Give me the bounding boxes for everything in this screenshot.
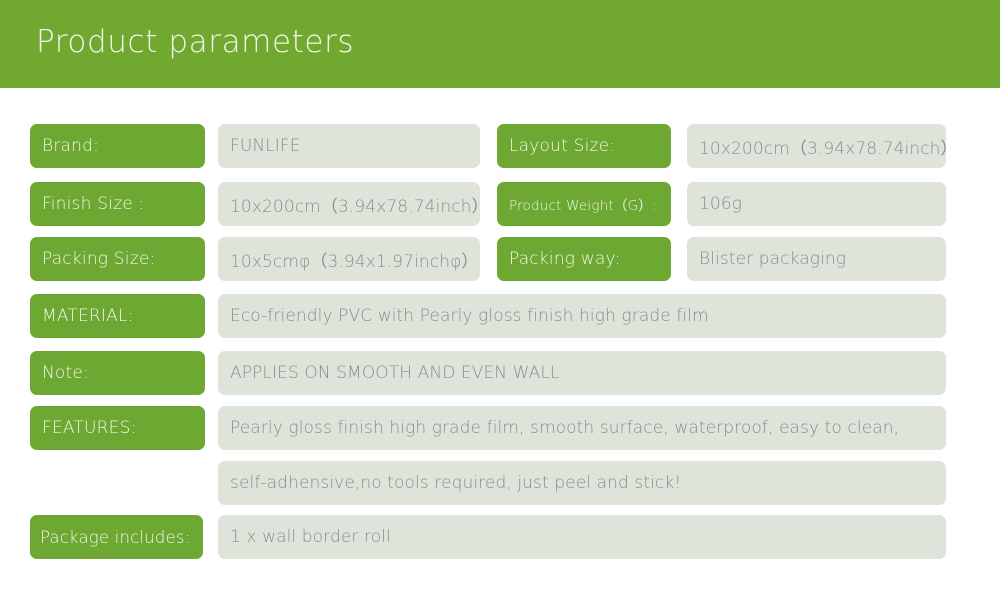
value-packing-size: 10x5cmφ（3.94x1.97inchφ） [218,237,480,281]
value-layout-size: 10x200cm（3.94x78.74inch） [687,124,946,168]
label-finish-size: Finish Size : [30,182,205,226]
label-package-includes: Package includes: [30,515,203,559]
value-packing-way: Blister packaging [687,237,946,281]
label-product-weight: Product Weight（G）: [497,182,671,226]
value-features-line-1: Pearly gloss finish high grade film, smo… [218,406,946,450]
page-header: Product parameters [0,0,1000,88]
value-features-line-2: self-adhensive,no tools required, just p… [218,461,946,505]
label-brand: Brand: [30,124,205,168]
label-packing-way: Packing way: [497,237,671,281]
product-parameters-page: Product parameters Brand: FUNLIFE Layout… [0,0,1000,603]
value-brand: FUNLIFE [218,124,480,168]
label-layout-size: Layout Size: [497,124,671,168]
value-finish-size: 10x200cm（3.94x78.74inch） [218,182,480,226]
value-material: Eco-friendly PVC with Pearly gloss finis… [218,294,946,338]
value-product-weight: 106g [687,182,946,226]
value-package-includes: 1 x wall border roll [218,515,946,559]
label-note: Note: [30,351,205,395]
label-material: MATERIAL: [30,294,205,338]
label-packing-size: Packing Size: [30,237,205,281]
page-title: Product parameters [36,24,355,60]
label-features: FEATURES: [30,406,205,450]
value-note: APPLIES ON SMOOTH AND EVEN WALL [218,351,946,395]
